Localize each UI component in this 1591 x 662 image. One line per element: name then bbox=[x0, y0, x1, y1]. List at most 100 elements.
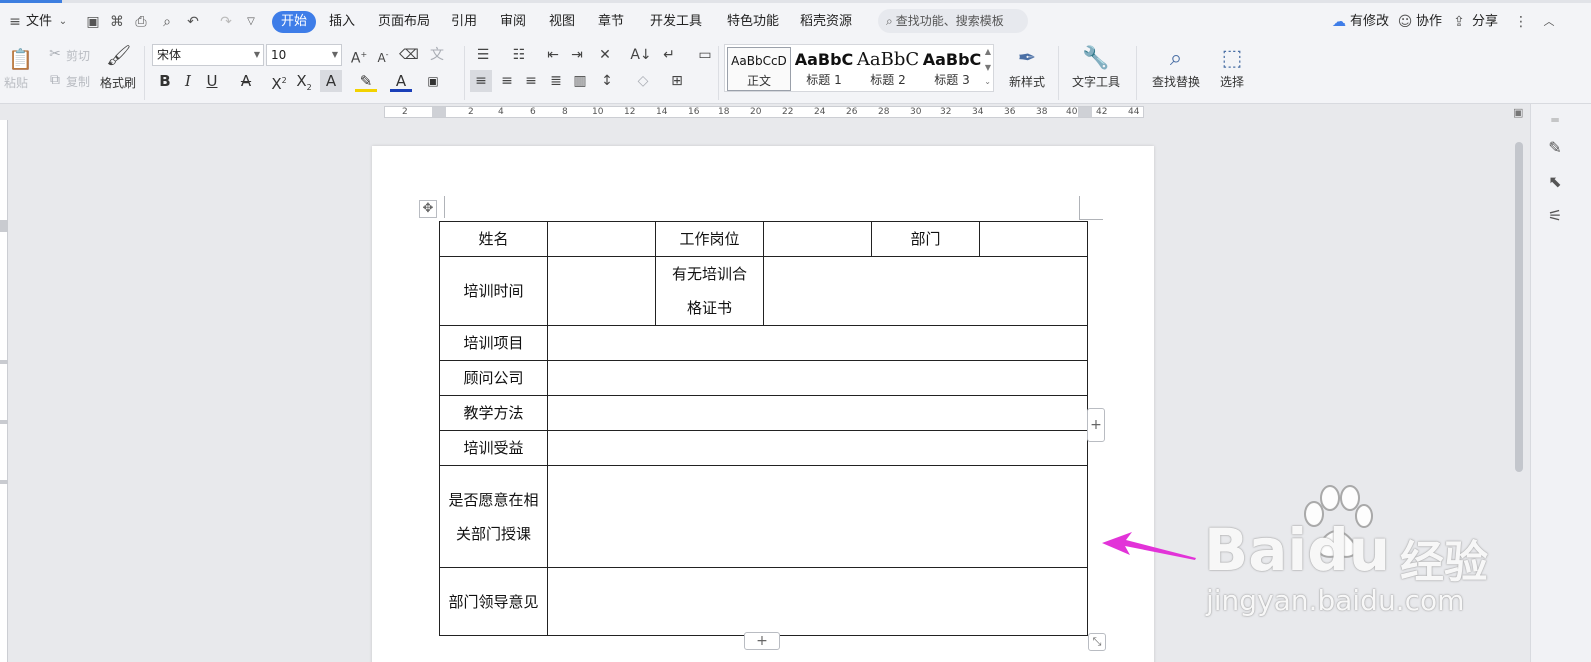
style-heading-1[interactable]: AaBbC 标题 1 bbox=[792, 47, 856, 91]
numbered-list-icon[interactable]: ☷ bbox=[508, 44, 530, 66]
justify-icon[interactable]: ≣ bbox=[545, 70, 567, 92]
scrollbar-thumb[interactable] bbox=[1515, 142, 1523, 472]
align-center-icon[interactable]: ≡ bbox=[496, 70, 518, 92]
training-benefit-cell[interactable] bbox=[547, 430, 1088, 466]
copy-button[interactable]: 复制 bbox=[66, 73, 90, 90]
tab-review[interactable]: 审阅 bbox=[500, 12, 526, 32]
tab-view[interactable]: 视图 bbox=[549, 12, 575, 32]
add-row-button[interactable]: + bbox=[744, 632, 780, 650]
redo-icon[interactable]: ↷ bbox=[217, 12, 235, 32]
indent-icon[interactable]: ⇥ bbox=[566, 44, 588, 66]
select-button[interactable]: ⬚ 选择 bbox=[1212, 45, 1252, 90]
bold-icon[interactable]: B bbox=[154, 70, 176, 92]
consulting-company-cell[interactable] bbox=[547, 360, 1088, 396]
training-project-cell[interactable] bbox=[547, 325, 1088, 361]
borders-icon[interactable]: ⊞ bbox=[666, 70, 688, 92]
shading-icon[interactable]: ◇ bbox=[632, 70, 654, 92]
position-cell[interactable] bbox=[763, 221, 872, 257]
file-menu[interactable]: 文件 bbox=[26, 12, 52, 32]
name-cell[interactable] bbox=[547, 221, 656, 257]
font-size-select[interactable]: 10 ▼ bbox=[266, 44, 342, 66]
subscript-icon[interactable]: X2 bbox=[293, 70, 315, 92]
vertical-scrollbar[interactable]: ▣ bbox=[1511, 104, 1527, 662]
add-column-button[interactable]: + bbox=[1087, 408, 1105, 442]
chevron-up-icon[interactable]: ▲ bbox=[985, 47, 991, 56]
ruler-right-margin[interactable] bbox=[1078, 107, 1092, 117]
collab-button[interactable]: 协作 bbox=[1416, 12, 1442, 32]
customize-icon[interactable]: ▽ bbox=[242, 12, 260, 32]
more-icon[interactable]: ⋮ bbox=[1512, 12, 1530, 32]
new-style-button[interactable]: ✒ 新样式 bbox=[1002, 45, 1052, 90]
horizontal-ruler[interactable]: 2 2 4 6 8 10 12 14 16 18 20 22 24 26 28 30 32 34 36 38 40 42 4… bbox=[384, 104, 1144, 120]
paste-icon[interactable]: 📋 bbox=[8, 46, 33, 72]
chevron-down-icon[interactable]: ⌄ bbox=[54, 12, 72, 32]
save-icon[interactable]: ▣ bbox=[84, 12, 102, 32]
tab-insert[interactable]: 插入 bbox=[329, 12, 355, 32]
text-effect-icon[interactable]: A bbox=[320, 70, 342, 92]
cut-button[interactable]: 剪切 bbox=[66, 47, 90, 64]
training-time-cell[interactable] bbox=[547, 256, 656, 326]
strikethrough-icon[interactable]: A bbox=[235, 70, 257, 92]
vertical-ruler[interactable] bbox=[0, 120, 8, 662]
tab-developer[interactable]: 开发工具 bbox=[650, 12, 702, 32]
undo-icon[interactable]: ↶ bbox=[184, 12, 202, 32]
restore-icon[interactable]: ▣ bbox=[1513, 106, 1523, 119]
align-right-icon[interactable]: ≡ bbox=[520, 70, 542, 92]
style-heading-2[interactable]: AaBbC 标题 2 bbox=[856, 47, 920, 91]
tab-chapter[interactable]: 章节 bbox=[598, 12, 624, 32]
willing-to-teach-cell[interactable] bbox=[547, 465, 1088, 568]
teaching-method-cell[interactable] bbox=[547, 395, 1088, 431]
shrink-font-icon[interactable]: A- bbox=[372, 44, 394, 66]
format-painter-button[interactable]: 格式刷 bbox=[100, 74, 136, 91]
tab-docer[interactable]: 稻壳资源 bbox=[800, 12, 852, 32]
ruler-icon[interactable]: ▭ bbox=[694, 44, 716, 66]
feature-search[interactable]: ⌕ 查找功能、搜索模板 bbox=[878, 9, 1028, 33]
highlight-icon[interactable]: ✎ bbox=[355, 70, 377, 92]
table-resize-icon[interactable]: ⤡ bbox=[1088, 633, 1106, 651]
outdent-icon[interactable]: ⇤ bbox=[542, 44, 564, 66]
superscript-icon[interactable]: X2 bbox=[268, 70, 290, 93]
format-painter-icon[interactable]: ⌘ bbox=[108, 12, 126, 32]
ruler-left-margin[interactable] bbox=[432, 107, 446, 117]
bullet-list-icon[interactable]: ☰ bbox=[472, 44, 494, 66]
italic-icon[interactable]: I bbox=[177, 70, 199, 92]
sort-icon[interactable]: A↓ bbox=[630, 44, 652, 66]
font-name-select[interactable]: 宋体 ▼ bbox=[152, 44, 264, 66]
hamburger-icon[interactable]: ≡ bbox=[6, 12, 24, 32]
text-tools-button[interactable]: 🔧 文字工具 bbox=[1066, 45, 1126, 90]
clear-format-icon[interactable]: ⌫ bbox=[398, 44, 420, 66]
share-button[interactable]: 分享 bbox=[1472, 12, 1498, 32]
collapse-ribbon-icon[interactable]: ︿ bbox=[1540, 12, 1558, 32]
tab-start[interactable]: 开始 bbox=[272, 11, 316, 33]
department-cell[interactable] bbox=[979, 221, 1088, 257]
chevron-down-icon[interactable]: ▼ bbox=[985, 63, 991, 72]
certificate-cell[interactable] bbox=[763, 256, 1088, 326]
tab-references[interactable]: 引用 bbox=[451, 12, 477, 32]
pen-icon[interactable]: ✎ bbox=[1545, 138, 1565, 158]
table-move-handle-icon[interactable]: ✥ bbox=[419, 200, 437, 218]
align-left-icon[interactable]: ≡ bbox=[470, 70, 492, 92]
chinese-layout-icon[interactable]: ✕ bbox=[594, 44, 616, 66]
modified-status[interactable]: 有修改 bbox=[1350, 12, 1389, 32]
grow-font-icon[interactable]: A+ bbox=[348, 44, 370, 67]
expand-styles-icon[interactable]: ⌄ bbox=[984, 77, 991, 86]
phonetic-icon[interactable]: 文 bbox=[426, 44, 448, 66]
underline-icon[interactable]: U bbox=[201, 70, 223, 92]
show-marks-icon[interactable]: ↵ bbox=[658, 44, 680, 66]
sidebar-collapse-icon[interactable]: ═ bbox=[1545, 110, 1565, 130]
print-preview-icon[interactable]: ⌕ bbox=[158, 12, 176, 32]
line-spacing-icon[interactable]: ↕ bbox=[596, 70, 618, 92]
print-icon[interactable]: ⎙ bbox=[132, 12, 150, 32]
distribute-icon[interactable]: ▥ bbox=[569, 70, 591, 92]
char-border-icon[interactable]: ▣ bbox=[422, 70, 444, 92]
find-replace-button[interactable]: ⌕ 查找替换 bbox=[1146, 45, 1206, 90]
leader-opinion-cell[interactable] bbox=[547, 567, 1088, 636]
style-normal[interactable]: AaBbCcD 正文 bbox=[727, 47, 791, 91]
paste-button[interactable]: 粘贴 bbox=[4, 74, 28, 91]
tab-page-layout[interactable]: 页面布局 bbox=[378, 12, 430, 32]
tab-features[interactable]: 特色功能 bbox=[727, 12, 779, 32]
cursor-icon[interactable]: ⬉ bbox=[1545, 172, 1565, 192]
style-heading-3[interactable]: AaBbC 标题 3 bbox=[920, 47, 984, 91]
settings-sliders-icon[interactable]: ⚟ bbox=[1545, 206, 1565, 226]
font-color-icon[interactable]: A bbox=[390, 70, 412, 92]
